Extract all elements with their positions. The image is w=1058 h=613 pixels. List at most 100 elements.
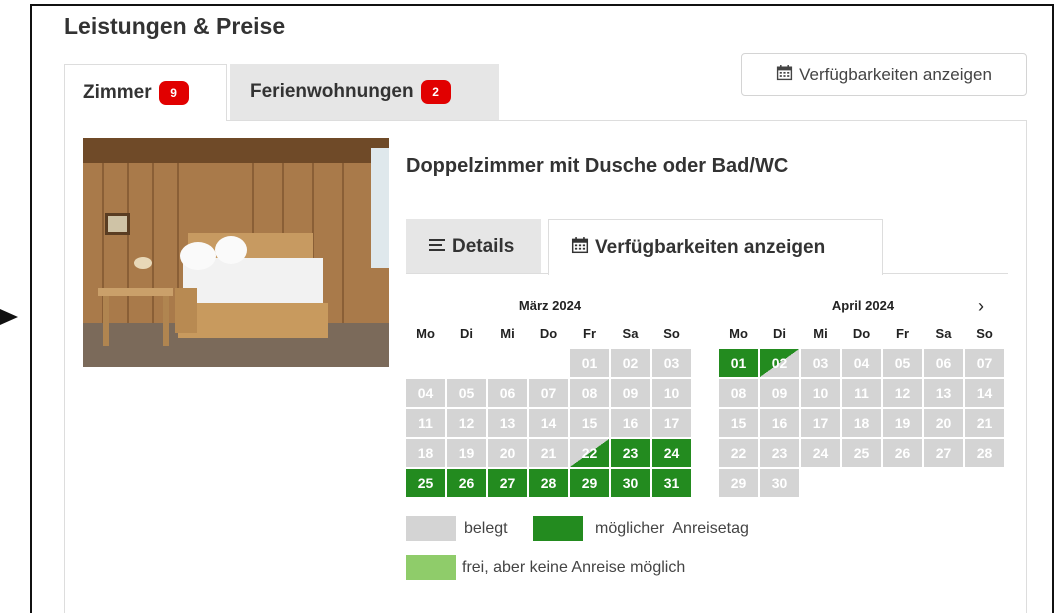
calendar-day[interactable]: 29 — [570, 469, 609, 497]
weekday-header: Fr — [896, 326, 909, 341]
calendar-day: 07 — [529, 379, 568, 407]
weekday-header: Di — [460, 326, 473, 341]
weekday-header: Mi — [500, 326, 515, 341]
calendar-day: 14 — [965, 379, 1004, 407]
month-title-april: April 2024 — [831, 298, 895, 313]
calendar-day: 03 — [652, 349, 691, 377]
calendar-day[interactable]: 25 — [406, 469, 445, 497]
legend-booked-swatch — [406, 516, 456, 541]
calendar-day: 13 — [924, 379, 963, 407]
calendar-day: 19 — [447, 439, 486, 467]
calendar-day[interactable]: 22 — [570, 439, 609, 467]
calendar-icon — [776, 64, 793, 86]
tab-availability-label: Verfügbarkeiten anzeigen — [595, 236, 826, 258]
legend-free-label: frei, aber keine Anreise möglich — [462, 559, 686, 576]
calendar-day[interactable]: 23 — [611, 439, 650, 467]
room-title: Doppelzimmer mit Dusche oder Bad/WC — [406, 155, 789, 177]
calendar-day: 02 — [611, 349, 650, 377]
weekday-header: So — [976, 326, 993, 341]
calendar-day: 27 — [924, 439, 963, 467]
weekday-header: Mo — [729, 326, 748, 341]
room-photo[interactable] — [83, 138, 389, 367]
weekday-header: Mi — [813, 326, 828, 341]
chevron-right-icon[interactable]: › — [978, 296, 984, 317]
weekday-header: Do — [539, 326, 558, 341]
calendar-day: 28 — [965, 439, 1004, 467]
calendar-day: 17 — [652, 409, 691, 437]
weekday-header: Sa — [622, 326, 639, 341]
calendar-day: 06 — [924, 349, 963, 377]
calendar-day: 09 — [611, 379, 650, 407]
show-availability-label: Verfügbarkeiten anzeigen — [799, 64, 992, 84]
month-title-march: März 2024 — [518, 298, 582, 313]
calendar-day[interactable]: 31 — [652, 469, 691, 497]
calendar-day[interactable]: 01 — [719, 349, 758, 377]
calendar-day: 10 — [801, 379, 840, 407]
calendar-day: 15 — [719, 409, 758, 437]
tab-availability[interactable]: Verfügbarkeiten anzeigen — [548, 219, 883, 275]
calendar-day[interactable]: 24 — [652, 439, 691, 467]
weekday-header: Mo — [416, 326, 435, 341]
calendar-day: 09 — [760, 379, 799, 407]
calendar-day: 29 — [719, 469, 758, 497]
weekday-header: Sa — [935, 326, 952, 341]
list-icon — [428, 236, 446, 258]
calendar-day[interactable]: 02 — [760, 349, 799, 377]
calendar-day: 17 — [801, 409, 840, 437]
calendar-day: 13 — [488, 409, 527, 437]
legend-free-swatch — [406, 555, 456, 580]
tab-rooms-label: Zimmer — [83, 82, 152, 103]
calendar-day: 05 — [883, 349, 922, 377]
calendar-day: 08 — [719, 379, 758, 407]
pointer-arrow-icon — [0, 309, 18, 325]
legend-arrival-label: möglicher Anreisetag — [595, 520, 749, 537]
calendar-day: 22 — [719, 439, 758, 467]
calendar-day[interactable]: 28 — [529, 469, 568, 497]
weekday-header: Do — [852, 326, 871, 341]
calendar-day: 19 — [883, 409, 922, 437]
calendar-day: 01 — [570, 349, 609, 377]
show-availability-button[interactable]: Verfügbarkeiten anzeigen — [741, 53, 1027, 96]
calendar-day: 26 — [883, 439, 922, 467]
tab-details-label: Details — [452, 235, 515, 257]
calendar-icon — [571, 236, 589, 260]
calendar-day: 07 — [965, 349, 1004, 377]
legend-booked-label: belegt — [464, 520, 508, 537]
section-heading: Leistungen & Preise — [64, 13, 286, 39]
calendar-day: 05 — [447, 379, 486, 407]
calendar-day: 12 — [447, 409, 486, 437]
calendar-day: 06 — [488, 379, 527, 407]
weekday-header: Fr — [583, 326, 596, 341]
tab-apartments-label: Ferienwohnungen — [250, 81, 414, 102]
calendar-day: 15 — [570, 409, 609, 437]
calendar-day[interactable]: 30 — [611, 469, 650, 497]
legend-arrival-swatch — [533, 516, 583, 541]
calendar-day[interactable]: 26 — [447, 469, 486, 497]
calendar-day: 04 — [842, 349, 881, 377]
rooms-count-badge: 9 — [158, 81, 189, 105]
calendar-day: 11 — [406, 409, 445, 437]
calendar-day: 23 — [760, 439, 799, 467]
weekday-header: So — [663, 326, 680, 341]
calendar-day: 16 — [760, 409, 799, 437]
calendar-day: 04 — [406, 379, 445, 407]
calendar-day: 08 — [570, 379, 609, 407]
calendar-day: 20 — [924, 409, 963, 437]
weekday-header: Di — [773, 326, 786, 341]
calendar-day: 10 — [652, 379, 691, 407]
tab-apartments[interactable]: Ferienwohnungen 2 — [230, 64, 499, 120]
apartments-count-badge: 2 — [420, 80, 451, 104]
tab-details[interactable]: Details — [406, 219, 541, 274]
calendar-day: 21 — [529, 439, 568, 467]
calendar-day: 21 — [965, 409, 1004, 437]
tab-rooms[interactable]: Zimmer 9 — [64, 64, 227, 121]
calendar-day: 24 — [801, 439, 840, 467]
calendar-day: 20 — [488, 439, 527, 467]
calendar-day: 16 — [611, 409, 650, 437]
calendar-day: 18 — [842, 409, 881, 437]
calendar-day[interactable]: 27 — [488, 469, 527, 497]
calendar-day: 18 — [406, 439, 445, 467]
calendar-day: 12 — [883, 379, 922, 407]
calendar-day: 25 — [842, 439, 881, 467]
calendar-day: 03 — [801, 349, 840, 377]
